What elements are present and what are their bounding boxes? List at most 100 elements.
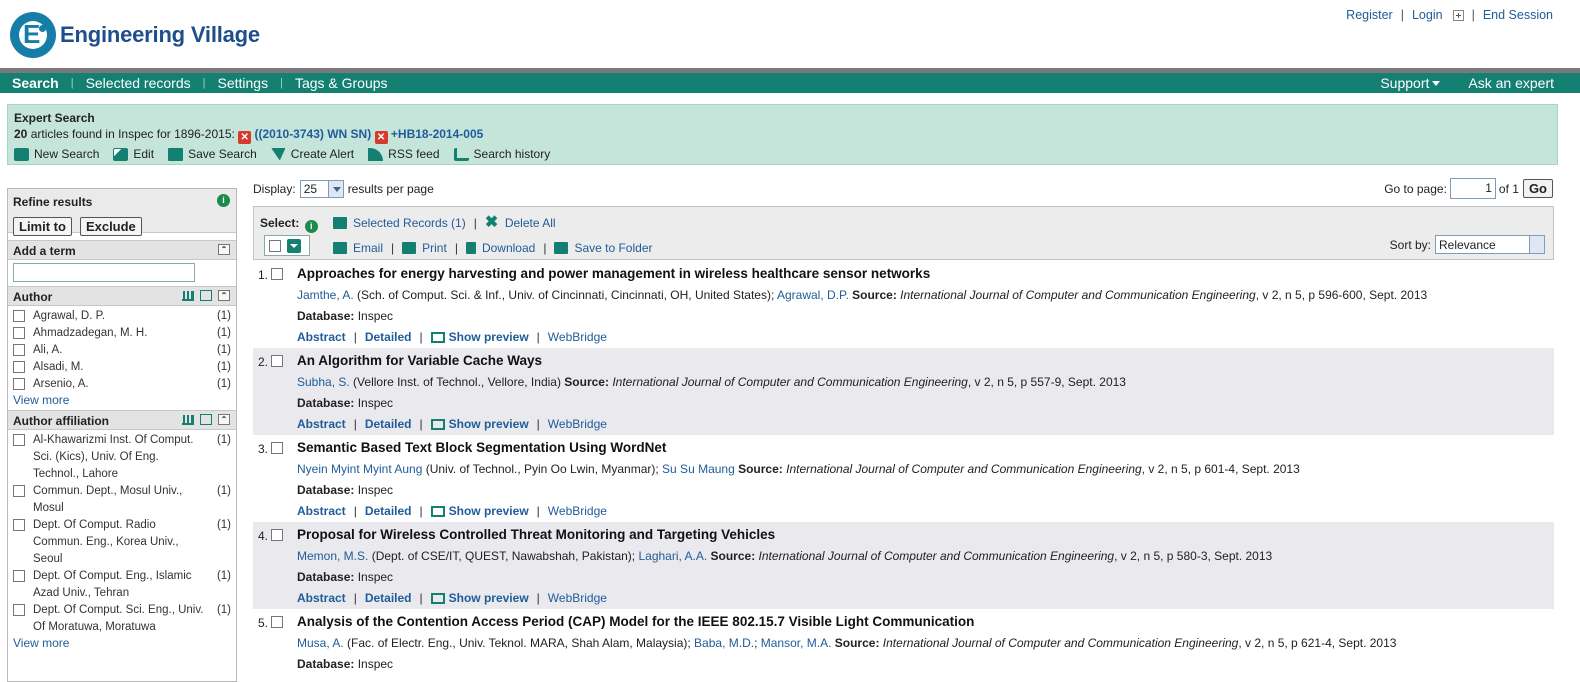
collapse-icon[interactable]: ⌃ [218,290,230,301]
result-checkbox[interactable] [271,442,283,454]
result-title[interactable]: Approaches for energy harvesting and pow… [297,266,930,281]
edit-button[interactable]: Edit [113,147,154,161]
search-history-button[interactable]: Search history [453,147,550,161]
author-link[interactable]: Su Su Maung [662,462,735,476]
select-all-dropdown[interactable] [264,235,310,256]
author-link[interactable]: Memon, M.S. [297,549,368,563]
preview-icon [430,418,445,430]
show-preview-link[interactable]: Show preview [449,591,529,605]
nav-support[interactable]: Support [1380,75,1441,91]
detailed-link[interactable]: Detailed [365,504,412,518]
query-term-2[interactable]: +HB18-2014-005 [391,127,483,141]
result-title[interactable]: An Algorithm for Variable Cache Ways [297,353,542,368]
author-link[interactable]: Jamthe, A. [297,288,354,302]
remove-query-icon[interactable]: ✕ [374,131,388,144]
bar-chart-icon[interactable] [182,414,194,425]
webbridge-link[interactable]: WebBridge [548,591,607,605]
limit-to-button[interactable]: Limit to [13,217,72,236]
create-alert-button[interactable]: Create Alert [270,147,354,161]
header: E Engineering Village Register | Login |… [0,0,1580,68]
nav-search[interactable]: Search [0,75,59,91]
show-preview-link[interactable]: Show preview [449,417,529,431]
facet-checkbox[interactable] [13,519,25,531]
results-per-page-select[interactable]: 25 [299,180,344,198]
register-link[interactable]: Register [1346,8,1393,22]
webbridge-link[interactable]: WebBridge [548,417,607,431]
download-icon [465,242,476,254]
logo[interactable]: E Engineering Village [10,12,260,58]
webbridge-link[interactable]: WebBridge [548,504,607,518]
result-checkbox[interactable] [271,529,283,541]
nav-tags-groups[interactable]: Tags & Groups [283,75,388,91]
author-link[interactable]: Baba, M.D. [694,636,754,650]
detailed-link[interactable]: Detailed [365,330,412,344]
author-link[interactable]: Laghari, A.A. [638,549,707,563]
email-link[interactable]: Email [353,241,383,255]
export-icon[interactable] [200,290,212,301]
facet-checkbox[interactable] [13,570,25,582]
facet-item: Dept. Of Comput. Radio Commun. Eng., Kor… [13,517,231,568]
delete-all-link[interactable]: Delete All [505,216,556,230]
result-title[interactable]: Proposal for Wireless Controlled Threat … [297,527,775,542]
new-search-button[interactable]: New Search [14,147,99,161]
exclude-button[interactable]: Exclude [79,217,142,236]
facet-checkbox[interactable] [13,434,25,446]
nav-settings[interactable]: Settings [205,75,268,91]
facet-checkbox[interactable] [13,310,25,322]
download-link[interactable]: Download [482,241,535,255]
result-checkbox[interactable] [271,268,283,280]
info-icon[interactable]: i [217,194,230,207]
add-term-input[interactable] [13,263,195,282]
alert-icon [270,147,286,161]
facet-checkbox[interactable] [13,485,25,497]
collapse-icon[interactable]: ⌃ [218,414,230,425]
abstract-link[interactable]: Abstract [297,330,346,344]
select-all-checkbox[interactable] [269,239,281,252]
login-link[interactable]: Login [1412,8,1443,22]
save-to-folder-link[interactable]: Save to Folder [574,241,652,255]
facet-checkbox[interactable] [13,604,25,616]
facet-checkbox[interactable] [13,361,25,373]
abstract-link[interactable]: Abstract [297,504,346,518]
result-checkbox[interactable] [271,355,283,367]
affiliation-view-more-link[interactable]: View more [8,636,236,650]
result-checkbox[interactable] [271,616,283,628]
result-title[interactable]: Semantic Based Text Block Segmentation U… [297,440,666,455]
facet-checkbox[interactable] [13,344,25,356]
rss-feed-button[interactable]: RSS feed [368,147,440,161]
remove-query-icon[interactable]: ✕ [238,131,252,144]
selected-records-link[interactable]: Selected Records (1) [353,216,466,230]
author-link[interactable]: Agrawal, D.P. [777,288,849,302]
end-session-link[interactable]: End Session [1483,8,1553,22]
print-link[interactable]: Print [422,241,447,255]
info-icon[interactable]: i [304,220,318,233]
author-link[interactable]: Nyein Myint Myint Aung [297,462,422,476]
page-number-input[interactable]: 1 [1449,178,1496,199]
abstract-link[interactable]: Abstract [297,417,346,431]
export-icon[interactable] [200,414,212,425]
nav-ask-expert[interactable]: Ask an expert [1468,75,1554,91]
chevron-down-icon[interactable] [287,238,301,253]
go-button[interactable]: Go [1522,179,1553,198]
author-link[interactable]: Musa, A. [297,636,344,650]
login-expand-icon[interactable] [1452,9,1464,21]
collapse-icon[interactable]: ⌃ [218,244,230,255]
history-icon [453,147,469,161]
facet-checkbox[interactable] [13,378,25,390]
abstract-link[interactable]: Abstract [297,591,346,605]
detailed-link[interactable]: Detailed [365,591,412,605]
sort-select[interactable]: Relevance [1435,235,1545,254]
author-view-more-link[interactable]: View more [8,393,236,407]
show-preview-link[interactable]: Show preview [449,330,529,344]
nav-selected-records[interactable]: Selected records [74,75,191,91]
facet-checkbox[interactable] [13,327,25,339]
author-link[interactable]: Subha, S. [297,375,350,389]
query-term-1[interactable]: ((2010-3743) WN SN) [255,127,372,141]
detailed-link[interactable]: Detailed [365,417,412,431]
bar-chart-icon[interactable] [182,290,194,301]
author-link[interactable]: Mansor, M.A. [761,636,832,650]
result-title[interactable]: Analysis of the Contention Access Period… [297,614,974,629]
save-search-button[interactable]: Save Search [168,147,257,161]
show-preview-link[interactable]: Show preview [449,504,529,518]
webbridge-link[interactable]: WebBridge [548,330,607,344]
